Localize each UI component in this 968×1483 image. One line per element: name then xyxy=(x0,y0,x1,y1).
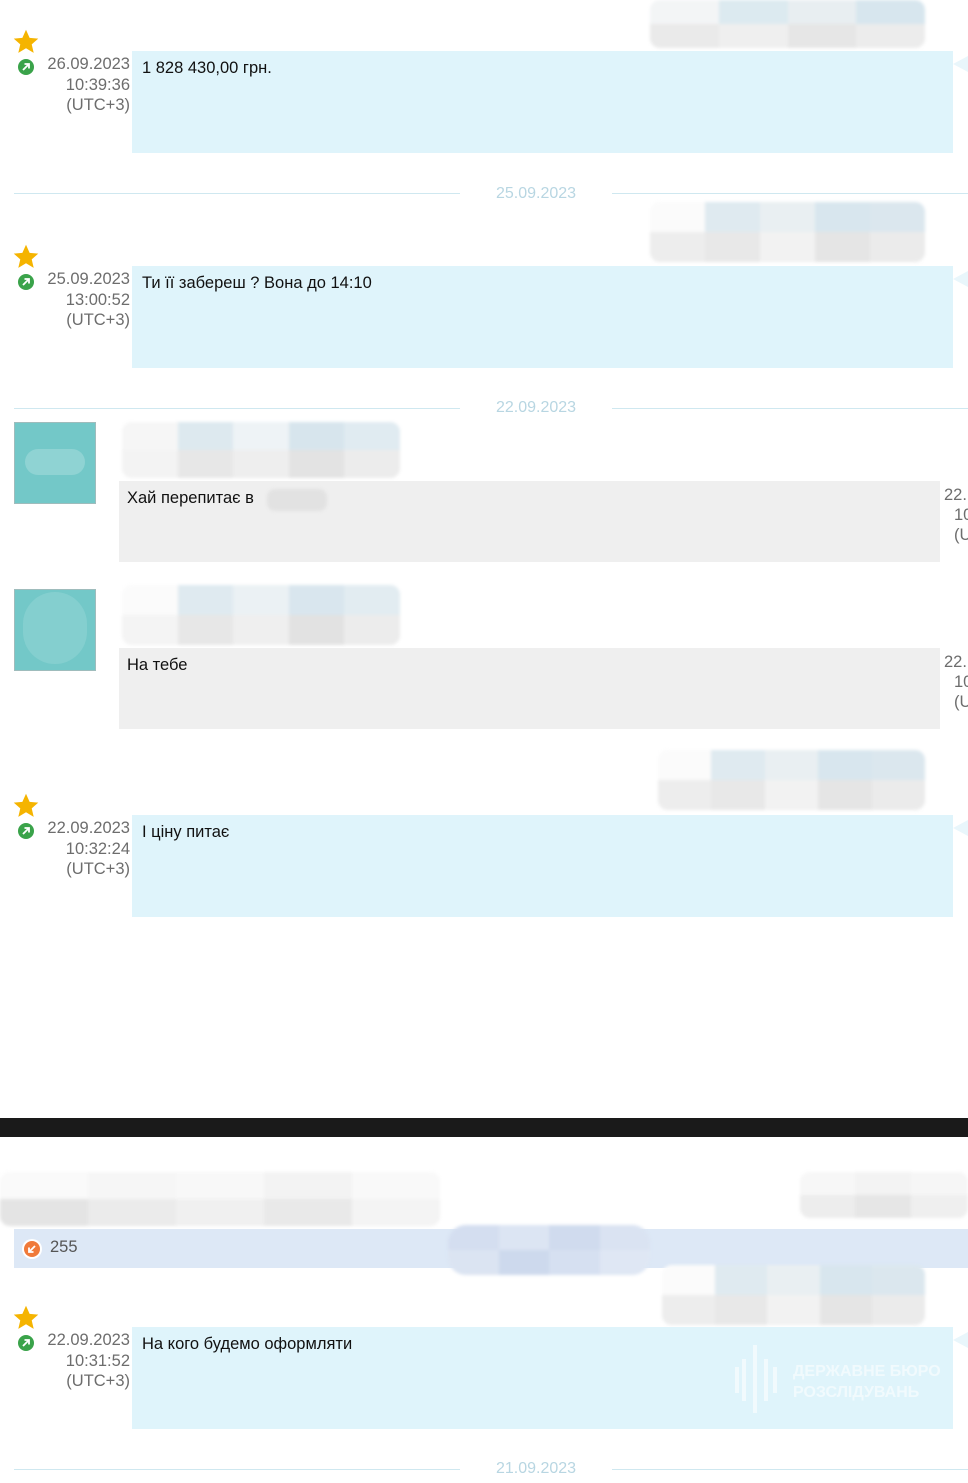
bubble-tail xyxy=(953,1332,968,1348)
date-separator: 25.09.2023 xyxy=(495,185,577,202)
message-text: На кого будемо оформляти xyxy=(142,1335,353,1353)
message-timestamp: 25.09.2023 13:00:52 (UTC+3) xyxy=(47,270,130,329)
message-timestamp: 26.09.2023 10:39:36 (UTC+3) xyxy=(47,55,130,114)
date-separator: 22.09.2023 xyxy=(495,399,577,416)
separator-line xyxy=(14,408,460,409)
star-icon[interactable] xyxy=(12,1304,40,1332)
message-text: Хай перепитає в xyxy=(127,489,254,507)
message-text: 1 828 430,00 грн. xyxy=(142,59,272,77)
outgoing-message-bubble[interactable]: І ціну питає xyxy=(132,815,953,917)
incoming-message-bubble[interactable]: Хай перепитає в xyxy=(119,481,940,562)
sent-arrow-icon xyxy=(18,823,34,839)
redacted-text xyxy=(267,489,327,511)
redacted-sender-name xyxy=(122,422,400,478)
redacted-sender-name xyxy=(122,585,400,645)
redacted-sender-name xyxy=(650,0,925,48)
message-text: На тебе xyxy=(127,656,188,674)
message-text: І ціну питає xyxy=(142,823,230,841)
message-timestamp: 22.09.2023 10:32:24 (UTC+3) xyxy=(47,819,130,878)
separator-line xyxy=(14,1469,460,1470)
bubble-tail xyxy=(953,56,968,72)
redacted-header xyxy=(0,1172,440,1226)
dbr-logo-icon xyxy=(735,1345,777,1413)
redacted-header xyxy=(800,1172,968,1218)
message-timestamp: 22.09.2023 10:31:52 (UTC+3) xyxy=(47,1331,130,1390)
separator-line xyxy=(612,408,968,409)
outgoing-message-bubble[interactable]: 1 828 430,00 грн. xyxy=(132,51,953,153)
star-icon[interactable] xyxy=(12,243,40,271)
date-separator: 21.09.2023 xyxy=(495,1460,577,1477)
sent-arrow-icon xyxy=(18,1335,34,1351)
watermark-line: РОЗСЛІДУВАНЬ xyxy=(793,1384,920,1401)
star-icon[interactable] xyxy=(12,792,40,820)
avatar[interactable] xyxy=(14,589,96,671)
outgoing-message-bubble[interactable]: Ти її забереш ? Вона до 14:10 xyxy=(132,266,953,368)
received-arrow-icon xyxy=(22,1239,42,1259)
message-text: Ти її забереш ? Вона до 14:10 xyxy=(142,274,372,292)
redacted-contact xyxy=(448,1225,650,1275)
redacted-sender-name xyxy=(662,1265,925,1325)
bubble-tail xyxy=(953,820,968,836)
sent-arrow-icon xyxy=(18,274,34,290)
message-count: 255 xyxy=(50,1238,78,1256)
separator-line xyxy=(612,1469,968,1470)
incoming-message-bubble[interactable]: На тебе xyxy=(119,648,940,729)
message-timestamp: 22. 10 (U xyxy=(944,486,968,544)
dbr-watermark: ДЕРЖАВНЕ БЮРО РОЗСЛІДУВАНЬ xyxy=(735,1343,945,1415)
sent-arrow-icon xyxy=(18,59,34,75)
separator-line xyxy=(14,193,460,194)
redacted-sender-name xyxy=(658,750,925,810)
screenshot-divider xyxy=(0,1118,968,1137)
avatar[interactable] xyxy=(14,422,96,504)
star-icon[interactable] xyxy=(12,28,40,56)
separator-line xyxy=(612,193,968,194)
bubble-tail xyxy=(953,271,968,287)
watermark-line: ДЕРЖАВНЕ БЮРО xyxy=(793,1363,941,1380)
redacted-sender-name xyxy=(650,202,925,262)
message-timestamp: 22. 10 (U xyxy=(944,653,968,711)
